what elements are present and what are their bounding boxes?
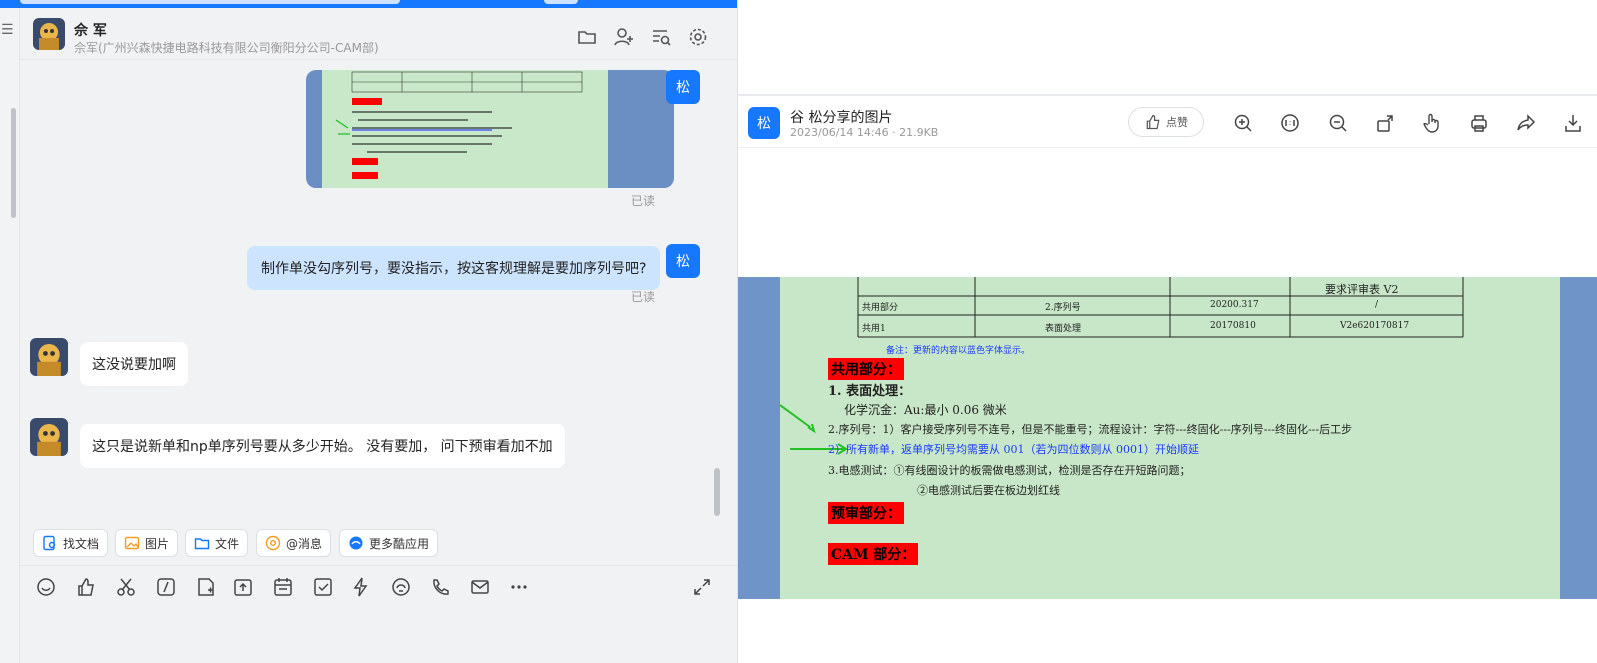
print-icon[interactable] bbox=[1468, 112, 1490, 134]
table-header-cell: 要求评审表 V2 bbox=[1325, 283, 1399, 296]
section-common: 共用部分： bbox=[828, 358, 904, 380]
item-serial-detail: 2）所有新单，返单序列号均需要从 001（若为四位数则从 0001）开始顺延 bbox=[828, 443, 1199, 456]
contact-org: 佘军(广州兴森快捷电路科技有限公司衡阳分公司-CAM部) bbox=[74, 41, 379, 55]
contact-avatar[interactable] bbox=[33, 18, 65, 50]
my-text-message[interactable]: 制作单没勾序列号，要没指示，按这客规理解是要加序列号吧? bbox=[247, 246, 661, 290]
table-cell: 表面处理 bbox=[1045, 324, 1082, 334]
file-button[interactable]: 文件 bbox=[185, 529, 249, 557]
download-icon[interactable] bbox=[1562, 112, 1584, 134]
find-document-button[interactable]: 找文档 bbox=[33, 529, 109, 557]
expand-icon[interactable] bbox=[691, 576, 713, 598]
lightning-icon[interactable] bbox=[350, 576, 372, 598]
more-apps-label: 更多酷应用 bbox=[369, 536, 430, 551]
my-avatar[interactable]: 松 bbox=[666, 70, 700, 104]
rotate-icon[interactable] bbox=[1374, 112, 1396, 134]
upload-icon[interactable] bbox=[232, 576, 254, 598]
viewer-header: 松 谷 松分享的图片 2023/06/14 14:46 · 21.9KB 点赞 bbox=[738, 94, 1597, 148]
item-surface-treatment: 1. 表面处理： bbox=[828, 384, 912, 399]
task-check-icon[interactable] bbox=[312, 576, 334, 598]
table-cell: 共用1 bbox=[862, 324, 886, 334]
section-pre-review: 预审部分： bbox=[828, 502, 904, 524]
folder-icon bbox=[194, 538, 210, 550]
more-icon[interactable] bbox=[508, 576, 530, 598]
image-viewer: 松 谷 松分享的图片 2023/06/14 14:46 · 21.9KB 点赞 bbox=[738, 94, 1597, 663]
chat-scrollbar[interactable] bbox=[714, 468, 720, 516]
contact-avatar[interactable] bbox=[30, 418, 68, 456]
folder-icon[interactable] bbox=[576, 26, 598, 48]
input-toolbar bbox=[20, 565, 737, 605]
top-tab-highlight bbox=[20, 0, 400, 4]
zoom-in-icon[interactable] bbox=[1232, 112, 1254, 134]
scissors-icon[interactable] bbox=[115, 576, 137, 598]
like-label: 点赞 bbox=[1166, 116, 1188, 129]
document-search-icon bbox=[43, 535, 56, 551]
image-message[interactable] bbox=[306, 70, 674, 188]
contact-text-message[interactable]: 这没说要加啊 bbox=[80, 342, 188, 386]
chat-panel: 佘 军 佘军(广州兴森快捷电路科技有限公司衡阳分公司-CAM部) 松 已读 制作… bbox=[20, 8, 737, 663]
item-serial-number: 2.序列号：1）客户接受序列号不连号，但是不能重号；流程设计：字符---终固化-… bbox=[828, 423, 1353, 436]
document-page: 要求评审表 V2 共用部分 2.序列号 20200.317 / 共用1 表面处理… bbox=[780, 277, 1560, 599]
top-accent-bar bbox=[0, 0, 737, 8]
contact-name: 佘 军 bbox=[74, 23, 107, 39]
sidebar-scrollbar[interactable] bbox=[11, 108, 16, 218]
hand-pan-icon[interactable] bbox=[1421, 112, 1443, 134]
table-cell: 20200.317 bbox=[1210, 300, 1259, 310]
add-member-icon[interactable] bbox=[613, 26, 635, 48]
read-status: 已读 bbox=[631, 290, 656, 304]
thumbs-up-icon bbox=[1146, 114, 1160, 130]
left-sidebar: ☰ bbox=[0, 8, 20, 663]
chat-header: 佘 军 佘军(广州兴森快捷电路科技有限公司衡阳分公司-CAM部) bbox=[20, 8, 737, 60]
item-surface-detail: 化学沉金：Au:最小 0.06 微米 bbox=[844, 403, 1007, 417]
at-sign-icon bbox=[265, 535, 281, 551]
settings-gear-icon[interactable] bbox=[687, 26, 709, 48]
calendar-icon[interactable] bbox=[272, 576, 294, 598]
item-inductance-test: 3.电感测试：①有线圈设计的板需做电感测试，检测是否存在开短路问题； bbox=[828, 464, 1191, 477]
image-thumbnail bbox=[322, 70, 608, 188]
search-history-icon[interactable] bbox=[650, 26, 672, 48]
file-label: 文件 bbox=[215, 536, 240, 551]
image-button[interactable]: 图片 bbox=[115, 529, 179, 557]
item-inductance-detail: ②电感测试后要在板边划红线 bbox=[917, 484, 1060, 497]
table-cell: 20170810 bbox=[1210, 321, 1256, 331]
more-apps-button[interactable]: 更多酷应用 bbox=[339, 529, 439, 557]
document-note: 备注：更新的内容以蓝色字体显示。 bbox=[886, 346, 1031, 356]
table-cell: V2e620170817 bbox=[1340, 321, 1410, 331]
read-status: 已读 bbox=[631, 194, 656, 208]
contact-avatar[interactable] bbox=[30, 338, 68, 376]
contact-text-message[interactable]: 这只是说新单和np单序列号要从多少开始。 没有要加， 问下预审看加不加 bbox=[80, 424, 565, 468]
menu-icon[interactable]: ☰ bbox=[1, 22, 14, 38]
top-tab-highlight bbox=[544, 0, 578, 4]
viewer-title: 谷 松分享的图片 bbox=[790, 110, 893, 126]
apps-icon bbox=[349, 536, 363, 550]
new-document-icon[interactable] bbox=[195, 576, 217, 598]
like-button[interactable]: 点赞 bbox=[1128, 107, 1204, 137]
actual-size-icon[interactable] bbox=[1279, 112, 1301, 134]
zoom-out-icon[interactable] bbox=[1327, 112, 1349, 134]
image-label: 图片 bbox=[145, 536, 170, 551]
viewer-meta: 2023/06/14 14:46 · 21.9KB bbox=[790, 126, 939, 139]
document-image[interactable]: 要求评审表 V2 共用部分 2.序列号 20200.317 / 共用1 表面处理… bbox=[738, 277, 1597, 599]
emoji-icon[interactable] bbox=[35, 576, 57, 598]
thumbs-up-icon[interactable] bbox=[75, 576, 97, 598]
table-cell: 2.序列号 bbox=[1045, 303, 1081, 313]
mail-icon[interactable] bbox=[469, 576, 491, 598]
slash-command-icon[interactable] bbox=[155, 576, 177, 598]
video-call-icon[interactable] bbox=[390, 576, 412, 598]
mention-message-button[interactable]: @消息 bbox=[256, 529, 332, 557]
table-cell: / bbox=[1375, 300, 1379, 310]
section-cam: CAM 部分： bbox=[828, 543, 919, 565]
table-cell: 共用部分 bbox=[862, 303, 899, 313]
share-forward-icon[interactable] bbox=[1515, 112, 1537, 134]
phone-call-icon[interactable] bbox=[429, 576, 451, 598]
find-document-label: 找文档 bbox=[63, 536, 100, 551]
image-icon bbox=[124, 536, 140, 550]
sharer-avatar[interactable]: 松 bbox=[748, 107, 780, 139]
my-avatar[interactable]: 松 bbox=[666, 244, 700, 278]
mention-message-label: @消息 bbox=[286, 536, 323, 551]
